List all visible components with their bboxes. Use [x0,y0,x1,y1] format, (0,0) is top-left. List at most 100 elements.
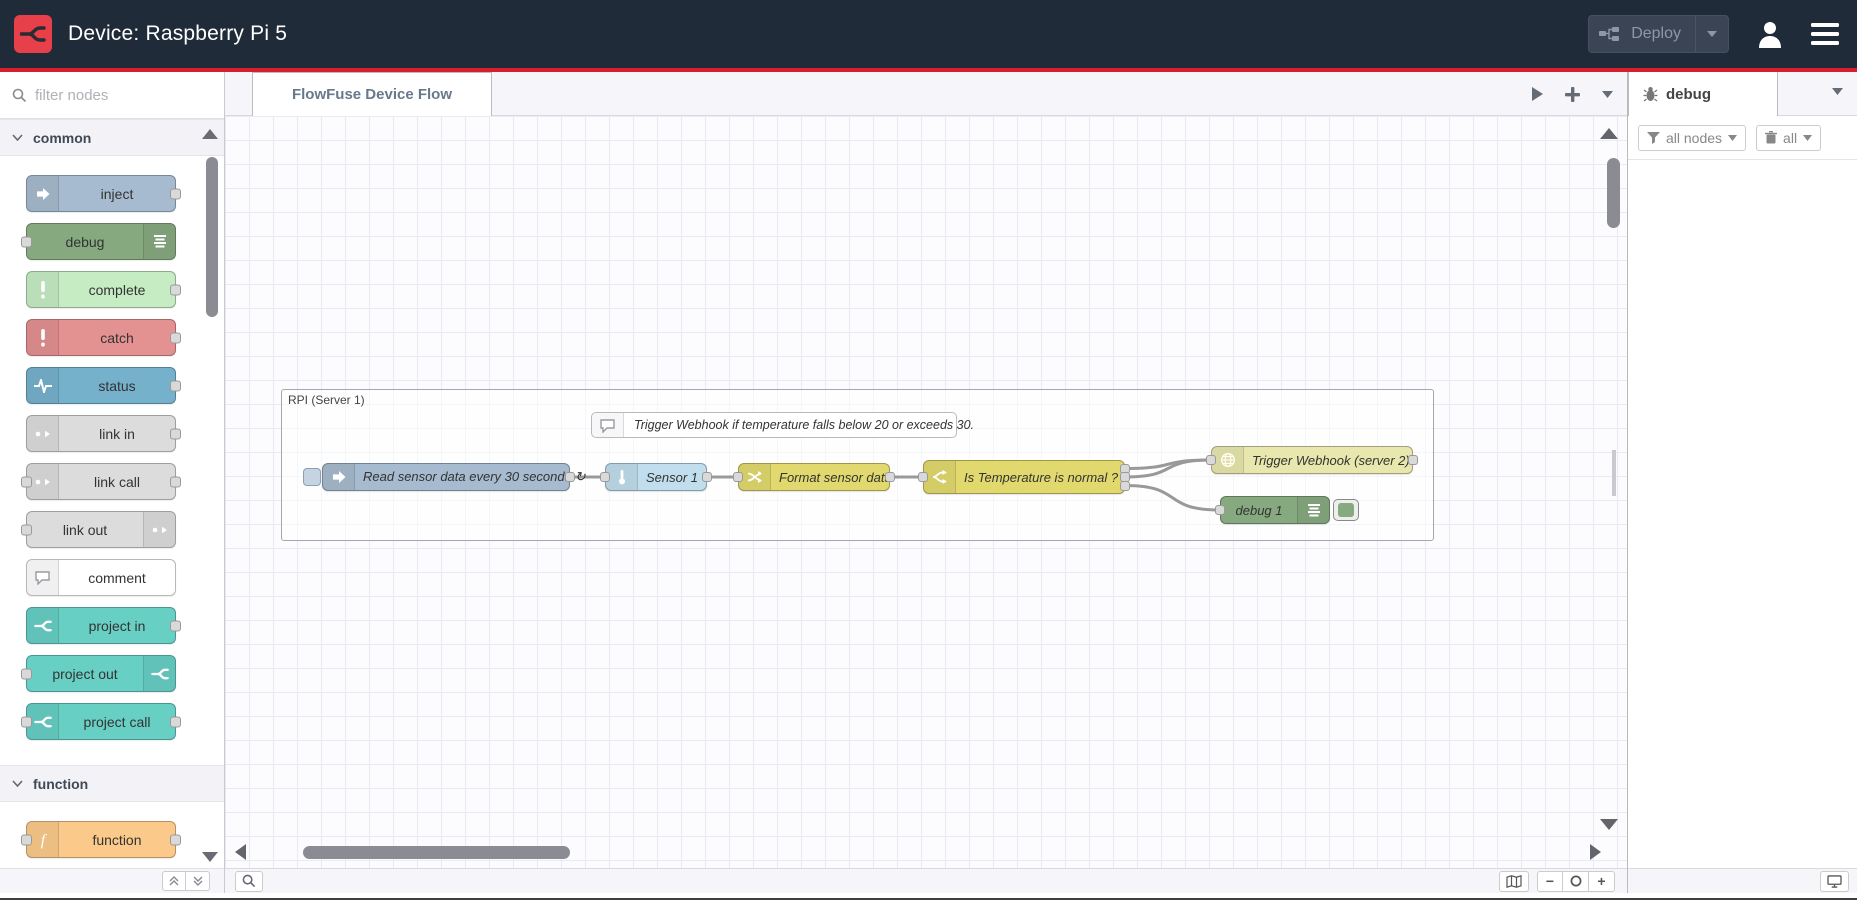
page-title: Device: Raspberry Pi 5 [68,22,287,46]
flow-node-sensor[interactable]: Sensor 1 [605,463,707,491]
zoom-out-button[interactable]: − [1537,871,1563,892]
flow-list-caret-icon[interactable] [1602,91,1613,98]
tab-flowfuse-device-flow[interactable]: FlowFuse Device Flow [252,72,492,116]
node-palette: common inject debug complete catch status link… [0,72,225,893]
canvas-hscrollbar-thumb[interactable] [303,846,570,859]
output-port[interactable] [702,472,712,482]
input-port[interactable] [1215,505,1225,515]
collapse-categories-button[interactable] [162,871,186,891]
deploy-button[interactable]: Deploy [1588,15,1729,53]
output-port[interactable] [170,716,181,727]
palette-node-label: project in [59,618,175,634]
output-port[interactable] [170,380,181,391]
open-in-window-icon[interactable] [1820,871,1849,892]
palette-category-label: common [33,130,91,146]
output-port[interactable] [170,834,181,845]
flow-canvas[interactable]: RPI (Server 1) Trigger Webhook if temper… [225,116,1627,868]
output-port[interactable] [170,620,181,631]
navigator-map-icon[interactable] [1499,871,1529,892]
palette-node-function[interactable]: ffunction [26,821,176,858]
output-port[interactable] [170,428,181,439]
output-port[interactable] [170,332,181,343]
palette-node-project-in[interactable]: project in [26,607,176,644]
palette-scroll-area[interactable]: common inject debug complete catch status link… [0,119,224,868]
filter-nodes-input[interactable] [35,87,185,104]
canvas-scroll-up-icon[interactable] [1600,128,1618,139]
palette-scroll-up-icon[interactable] [202,129,218,139]
deploy-options-caret[interactable] [1695,16,1718,52]
output-port[interactable] [1408,455,1418,465]
palette-scrollbar-thumb[interactable] [206,157,218,317]
inject-trigger-button[interactable] [303,468,321,486]
palette-search[interactable] [0,72,224,119]
canvas-scroll-right-icon[interactable] [1590,844,1601,860]
zoom-in-button[interactable]: + [1589,871,1615,892]
palette-node-status[interactable]: status [26,367,176,404]
palette-node-project-call[interactable]: project call [26,703,176,740]
comment-bubble-icon [27,560,59,595]
palette-node-link-in[interactable]: link in [26,415,176,452]
canvas-scroll-down-icon[interactable] [1600,819,1618,830]
canvas-vscrollbar-thumb[interactable] [1607,158,1620,228]
palette-node-complete[interactable]: complete [26,271,176,308]
output-port[interactable] [565,472,575,482]
output-port[interactable] [170,284,181,295]
flowfuse-logo-icon [14,15,52,53]
main-menu-icon[interactable] [1811,23,1839,45]
input-port[interactable] [21,668,32,679]
flow-node-debug1[interactable]: debug 1 [1220,496,1330,524]
canvas-scroll-left-icon[interactable] [235,844,246,860]
output-port[interactable] [170,188,181,199]
input-port[interactable] [21,236,32,247]
zoom-reset-button[interactable] [1563,871,1589,892]
palette-node-comment[interactable]: comment [26,559,176,596]
debug-clear-button[interactable]: all [1756,125,1821,151]
sensor-icon [606,464,638,490]
flow-node-inject[interactable]: Read sensor data every 30 seconds ↻ [322,463,570,491]
flow-node-change[interactable]: Format sensor data [738,463,890,491]
input-port[interactable] [1206,455,1216,465]
palette-category-common[interactable]: common [0,119,224,156]
debug-filter-button[interactable]: all nodes [1638,125,1746,151]
palette-node-link-call[interactable]: link call [26,463,176,500]
palette-node-project-out[interactable]: project out [26,655,176,692]
input-port[interactable] [21,476,32,487]
palette-node-label: link in [59,426,175,442]
palette-node-label: project call [59,714,175,730]
user-avatar-icon[interactable] [1755,19,1785,49]
input-port[interactable] [21,834,32,845]
expand-categories-button[interactable] [186,871,210,891]
palette-node-catch[interactable]: catch [26,319,176,356]
output-port[interactable] [170,476,181,487]
input-port[interactable] [600,472,610,482]
comment-node[interactable]: Trigger Webhook if temperature falls bel… [591,412,957,438]
input-port[interactable] [733,472,743,482]
deploy-nodes-icon [1599,26,1621,42]
flow-node-switch[interactable]: Is Temperature is normal ? [923,460,1125,494]
sidebar-footer [1628,868,1857,893]
input-port[interactable] [21,524,32,535]
debug-enable-toggle[interactable] [1333,499,1359,521]
tab-debug[interactable]: debug [1628,72,1778,116]
next-tab-icon[interactable] [1532,87,1543,101]
search-flows-button[interactable] [235,871,263,892]
sidebar-tabs-caret-icon[interactable] [1832,88,1843,95]
palette-category-function[interactable]: function [0,765,224,802]
status-pulse-icon [27,368,59,403]
flow-node-http[interactable]: Trigger Webhook (server 2) [1211,446,1413,474]
output-port[interactable] [885,472,895,482]
output-port[interactable] [1120,481,1130,491]
palette-node-inject[interactable]: inject [26,175,176,212]
chevron-down-icon [12,134,23,141]
palette-node-debug[interactable]: debug [26,223,176,260]
palette-scroll-down-icon[interactable] [202,852,218,862]
palette-node-link-out[interactable]: link out [26,511,176,548]
input-port[interactable] [21,716,32,727]
add-flow-icon[interactable] [1565,87,1580,102]
input-port[interactable] [918,472,928,482]
debug-lines-icon [143,224,175,259]
debug-toolbar: all nodes all [1628,116,1857,160]
flowfuse-icon [143,656,175,691]
chevron-down-icon [12,780,23,787]
sidebar-tabbar: debug [1628,72,1857,116]
